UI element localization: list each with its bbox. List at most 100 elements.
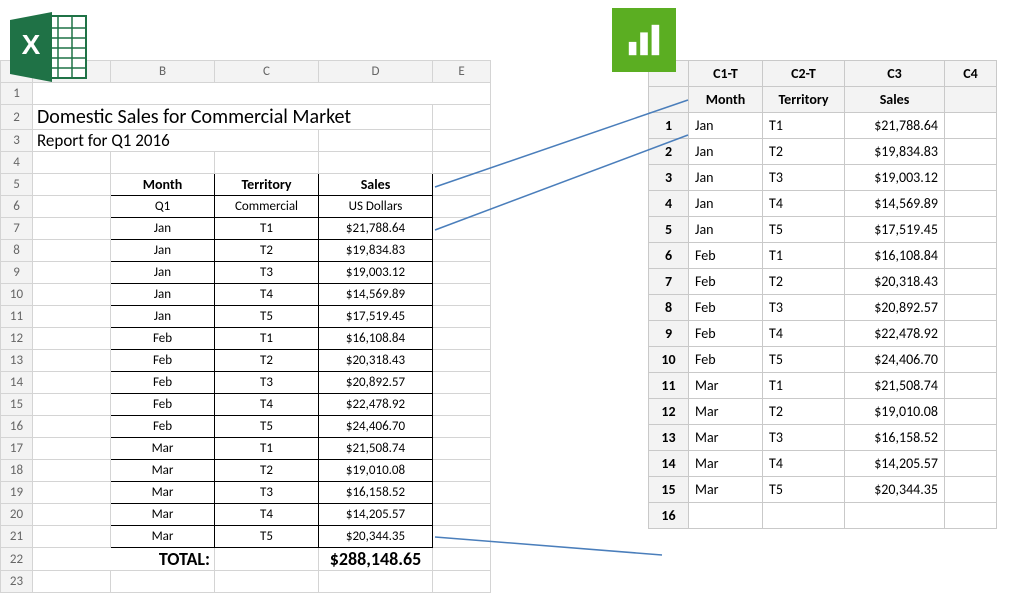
cell-sales[interactable]: $16,108.84	[319, 328, 433, 350]
row-number[interactable]: 2	[649, 139, 689, 165]
cell-sales[interactable]: $20,318.43	[845, 269, 945, 295]
cell-month[interactable]: Jan	[111, 284, 215, 306]
cell-territory[interactable]: T1	[763, 113, 845, 139]
cell-month[interactable]: Feb	[689, 243, 763, 269]
cell-territory[interactable]: T3	[763, 295, 845, 321]
col-header-d[interactable]: D	[319, 61, 433, 83]
row-number[interactable]: 11	[649, 373, 689, 399]
cell-sales[interactable]: $20,344.35	[319, 526, 433, 548]
cell-month[interactable]: Mar	[689, 399, 763, 425]
cell-sales[interactable]: $21,508.74	[845, 373, 945, 399]
row-header[interactable]: 23	[1, 571, 33, 593]
cell-territory[interactable]: T3	[215, 372, 319, 394]
cell-territory[interactable]	[763, 503, 845, 529]
row-header[interactable]: 7	[1, 218, 33, 240]
row-header[interactable]: 17	[1, 438, 33, 460]
cell-month[interactable]: Jan	[111, 218, 215, 240]
cell-territory[interactable]: T3	[215, 482, 319, 504]
total-value[interactable]: $288,148.65	[319, 548, 433, 571]
row-header[interactable]: 11	[1, 306, 33, 328]
cell-territory[interactable]: T1	[215, 328, 319, 350]
cell-month[interactable]: Jan	[111, 306, 215, 328]
cell-sales[interactable]	[845, 503, 945, 529]
cell-month[interactable]: Feb	[111, 416, 215, 438]
cell-sales[interactable]: $22,478.92	[845, 321, 945, 347]
cell-territory[interactable]: T5	[215, 526, 319, 548]
cell-month[interactable]: Mar	[689, 477, 763, 503]
cell-sales[interactable]: $19,834.83	[845, 139, 945, 165]
cell-sales[interactable]: $16,108.84	[845, 243, 945, 269]
cell-territory[interactable]: T4	[763, 191, 845, 217]
cell-territory[interactable]: T5	[763, 217, 845, 243]
row-number[interactable]: 15	[649, 477, 689, 503]
col-header-c[interactable]: C	[215, 61, 319, 83]
row-number[interactable]: 4	[649, 191, 689, 217]
cell-sales[interactable]: $20,892.57	[845, 295, 945, 321]
cell-month[interactable]: Feb	[689, 321, 763, 347]
cell-month[interactable]: Feb	[111, 394, 215, 416]
cell-sales[interactable]: $16,158.52	[319, 482, 433, 504]
cell-month[interactable]: Mar	[689, 425, 763, 451]
col-header-c2[interactable]: C2-T	[763, 61, 845, 87]
header-month[interactable]: Month	[111, 174, 215, 196]
row-number[interactable]: 14	[649, 451, 689, 477]
cell-month[interactable]: Mar	[689, 451, 763, 477]
row-header[interactable]: 10	[1, 284, 33, 306]
cell-territory[interactable]: T1	[215, 218, 319, 240]
cell-territory[interactable]: T3	[215, 262, 319, 284]
cell-sales[interactable]: $21,508.74	[319, 438, 433, 460]
cell-territory[interactable]: T2	[215, 350, 319, 372]
cell-month[interactable]: Feb	[111, 350, 215, 372]
cell-sales[interactable]: $24,406.70	[319, 416, 433, 438]
cell-month[interactable]	[689, 503, 763, 529]
cell-territory[interactable]: T2	[763, 269, 845, 295]
row-header[interactable]: 3	[1, 130, 33, 152]
cell-sales[interactable]: $24,406.70	[845, 347, 945, 373]
row-header[interactable]: 20	[1, 504, 33, 526]
row-header[interactable]: 13	[1, 350, 33, 372]
report-title[interactable]: Domestic Sales for Commercial Market	[33, 105, 433, 130]
cell-sales[interactable]: $19,010.08	[845, 399, 945, 425]
header-blank[interactable]	[945, 87, 997, 113]
cell-month[interactable]: Mar	[111, 504, 215, 526]
cell-month[interactable]: Mar	[111, 482, 215, 504]
cell-territory[interactable]: T2	[763, 399, 845, 425]
header-territory[interactable]: Territory	[215, 174, 319, 196]
cell-sales[interactable]: $22,478.92	[319, 394, 433, 416]
row-header[interactable]: 18	[1, 460, 33, 482]
cell-month[interactable]: Mar	[111, 460, 215, 482]
cell-month[interactable]: Mar	[111, 526, 215, 548]
cell-territory[interactable]: T5	[763, 477, 845, 503]
cell-sales[interactable]: $21,788.64	[319, 218, 433, 240]
cell-sales[interactable]: $21,788.64	[845, 113, 945, 139]
row-header[interactable]: 4	[1, 152, 33, 174]
cell-month[interactable]: Jan	[689, 217, 763, 243]
cell-sales[interactable]: $17,519.45	[319, 306, 433, 328]
row-header[interactable]: 14	[1, 372, 33, 394]
subheader-sales[interactable]: US Dollars	[319, 196, 433, 218]
row-number[interactable]: 16	[649, 503, 689, 529]
row-number[interactable]: 10	[649, 347, 689, 373]
cell-sales[interactable]: $20,318.43	[319, 350, 433, 372]
row-header[interactable]: 6	[1, 196, 33, 218]
cell-sales[interactable]: $20,892.57	[319, 372, 433, 394]
row-header[interactable]: 19	[1, 482, 33, 504]
cell-territory[interactable]: T4	[215, 394, 319, 416]
cell-month[interactable]: Mar	[689, 373, 763, 399]
cell-sales[interactable]: $20,344.35	[845, 477, 945, 503]
cell-sales[interactable]: $14,569.89	[319, 284, 433, 306]
col-header-c4[interactable]: C4	[945, 61, 997, 87]
report-subtitle[interactable]: Report for Q1 2016	[33, 130, 319, 152]
subheader-territory[interactable]: Commercial	[215, 196, 319, 218]
cell-month[interactable]: Jan	[111, 262, 215, 284]
target-table[interactable]: C1-T C2-T C3 C4 Month Territory Sales 1J…	[648, 60, 997, 529]
cell-territory[interactable]: T2	[215, 460, 319, 482]
cell-sales[interactable]: $17,519.45	[845, 217, 945, 243]
cell-territory[interactable]: T5	[215, 306, 319, 328]
cell-sales[interactable]: $14,205.57	[319, 504, 433, 526]
row-header[interactable]: 22	[1, 548, 33, 571]
row-number[interactable]: 1	[649, 113, 689, 139]
row-header[interactable]: 9	[1, 262, 33, 284]
cell-sales[interactable]: $19,003.12	[319, 262, 433, 284]
cell-territory[interactable]: T3	[763, 165, 845, 191]
